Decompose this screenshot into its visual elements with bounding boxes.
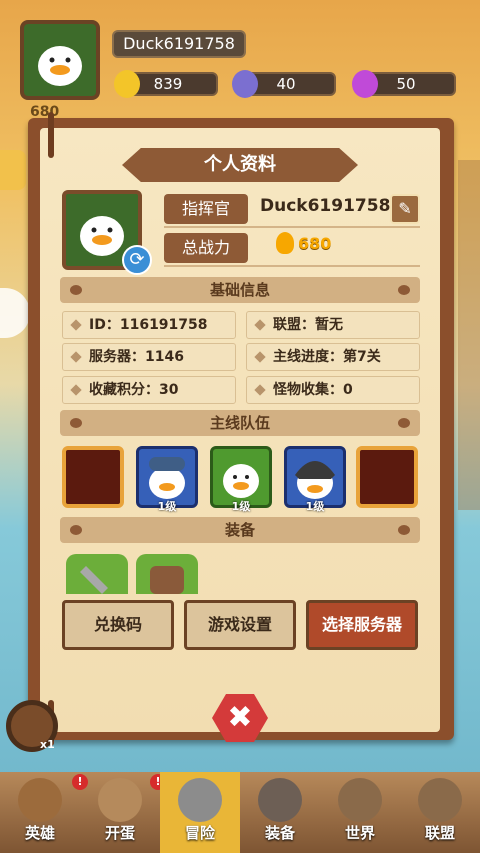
nav-item-heroes[interactable]: ! 英雄 — [0, 772, 88, 853]
commander-label: 指挥官 — [164, 194, 248, 224]
commander-name: Duck6191758 — [260, 196, 391, 216]
section-equip-title: 装备 — [224, 521, 255, 539]
game-settings-button[interactable]: 游戏设置 — [184, 600, 296, 650]
player-name[interactable]: Duck6191758 — [112, 30, 246, 58]
gold-counter[interactable]: 839 — [114, 70, 218, 98]
gold-coin-icon — [114, 70, 140, 98]
info-server: 服务器：1146 — [62, 343, 236, 371]
nav-label: 装备 — [264, 824, 295, 842]
nav-item-adventure[interactable]: 冒险 — [160, 772, 240, 853]
section-ornament-icon — [398, 285, 410, 295]
section-team: 主线队伍 — [60, 410, 420, 436]
soldier-duck-icon — [295, 461, 335, 499]
crossed-swords-icon — [178, 778, 222, 822]
lock-icon — [338, 778, 382, 822]
team-slot-empty[interactable] — [62, 446, 124, 508]
progress-value: 第7关 — [343, 349, 381, 365]
collect-value: 30 — [159, 382, 179, 398]
equip-slot-weapon[interactable] — [66, 554, 128, 594]
alliance-value: 暂无 — [315, 317, 343, 333]
alliance-label: 联盟： — [273, 317, 315, 333]
hero-icon — [18, 778, 62, 822]
divider — [164, 265, 420, 267]
crystal-icon — [352, 70, 378, 98]
divider — [164, 226, 420, 228]
info-id: ID：116191758 — [62, 311, 236, 339]
team-slot-empty[interactable] — [356, 446, 418, 508]
nav-item-alliance[interactable]: 联盟 — [400, 772, 480, 853]
progress-label: 主线进度： — [273, 349, 343, 365]
nav-label: 世界 — [344, 824, 375, 842]
section-ornament-icon — [398, 418, 410, 428]
flame-icon — [276, 232, 294, 254]
nav-item-eggs[interactable]: ! 开蛋 — [80, 772, 166, 853]
nav-label: 开蛋 — [104, 824, 135, 842]
nav-label: 联盟 — [424, 824, 455, 842]
panel-title: 个人资料 — [122, 148, 358, 182]
nav-label: 英雄 — [24, 824, 55, 842]
id-value: 116191758 — [119, 317, 208, 333]
nav-item-equipment[interactable]: 装备 — [240, 772, 320, 853]
select-server-button[interactable]: 选择服务器 — [306, 600, 418, 650]
id-label: ID： — [89, 317, 120, 333]
bullet-icon — [254, 351, 266, 363]
monster-label: 怪物收集： — [273, 382, 343, 398]
power-value: 680 — [298, 234, 332, 253]
duck-avatar-icon — [38, 46, 82, 86]
server-label: 服务器： — [89, 349, 145, 365]
power-label: 总战力 — [164, 233, 248, 263]
crystal-counter[interactable]: 50 — [352, 70, 456, 98]
team-level: 1级 — [231, 500, 251, 513]
lock-icon — [418, 778, 462, 822]
section-basic-info: 基础信息 — [60, 277, 420, 303]
info-monster: 怪物收集：0 — [246, 376, 420, 404]
bullet-icon — [70, 319, 82, 331]
sword-icon — [80, 566, 108, 594]
change-avatar-button[interactable]: ⟳ — [122, 245, 152, 275]
section-ornament-icon — [70, 285, 82, 295]
egg-icon — [98, 778, 142, 822]
bullet-icon — [70, 384, 82, 396]
refresh-icon: ⟳ — [129, 249, 145, 270]
gem-icon — [232, 70, 258, 98]
player-avatar[interactable] — [20, 20, 100, 100]
bullet-icon — [70, 351, 82, 363]
duck-icon — [223, 464, 259, 498]
team-level: 1级 — [305, 500, 325, 513]
armor-icon — [150, 566, 184, 594]
section-ornament-icon — [70, 525, 82, 535]
equip-slot-armor[interactable] — [136, 554, 198, 594]
section-ornament-icon — [398, 525, 410, 535]
side-game-button[interactable] — [0, 288, 30, 338]
section-ornament-icon — [70, 418, 82, 428]
close-icon: ✖ — [227, 700, 253, 735]
server-value: 1146 — [145, 349, 184, 365]
monster-value: 0 — [343, 382, 353, 398]
multiplier-label: x1 — [40, 738, 55, 751]
collect-label: 收藏积分： — [89, 382, 159, 398]
section-basic-title: 基础信息 — [209, 281, 270, 299]
section-equipment: 装备 — [60, 517, 420, 543]
gold-value: 839 — [153, 75, 183, 93]
crystal-value: 50 — [396, 75, 416, 93]
gem-value: 40 — [276, 75, 296, 93]
nav-label: 冒险 — [184, 824, 215, 842]
side-menu-tab[interactable] — [0, 150, 26, 190]
info-collection: 收藏积分：30 — [62, 376, 236, 404]
gem-counter[interactable]: 40 — [232, 70, 336, 98]
helmet-duck-icon — [149, 457, 185, 499]
bullet-icon — [254, 384, 266, 396]
bullet-icon — [254, 319, 266, 331]
info-progress: 主线进度：第7关 — [246, 343, 420, 371]
info-alliance: 联盟：暂无 — [246, 311, 420, 339]
team-level: 1级 — [157, 500, 177, 513]
scroll-rod-left — [48, 112, 54, 158]
nav-item-world[interactable]: 世界 — [320, 772, 400, 853]
anvil-icon — [258, 778, 302, 822]
redeem-code-button[interactable]: 兑换码 — [62, 600, 174, 650]
pencil-icon: ✎ — [398, 199, 412, 218]
edit-name-button[interactable]: ✎ — [390, 194, 420, 224]
side-right-panel — [458, 160, 480, 510]
section-team-title: 主线队伍 — [209, 414, 270, 432]
